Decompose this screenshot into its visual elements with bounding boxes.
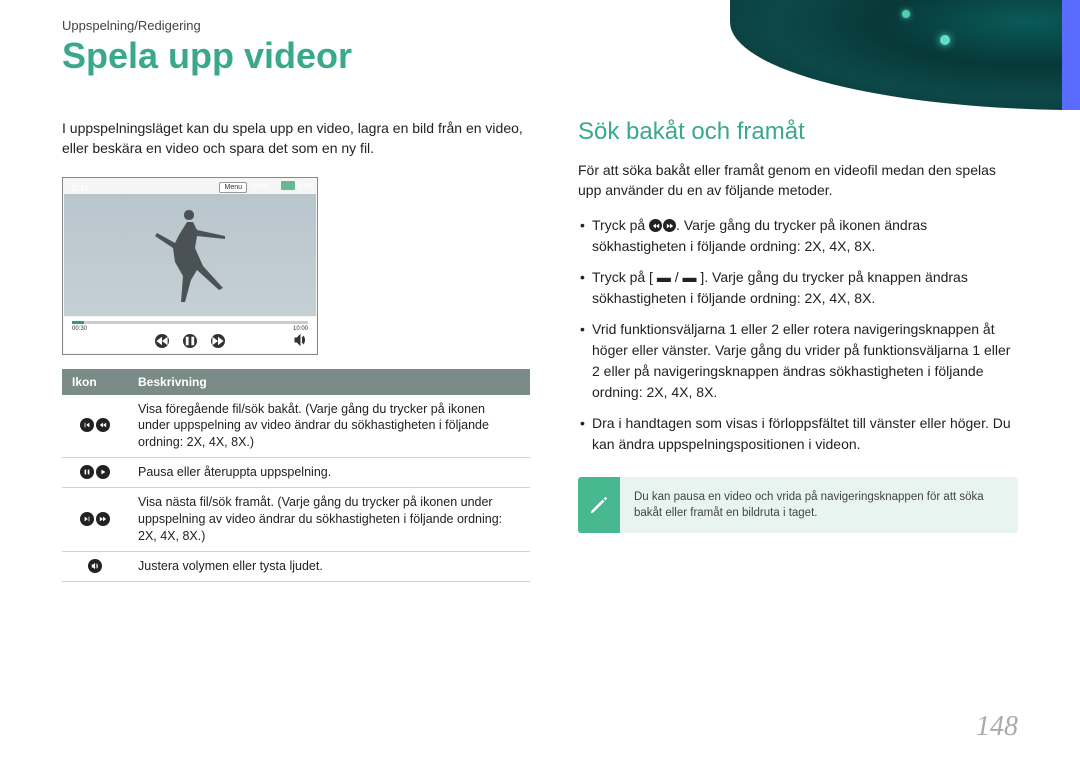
table-row: Visa nästa fil/sök framåt. (Varje gång d… bbox=[62, 488, 530, 552]
list-item: Tryck på . Varje gång du trycker på ikon… bbox=[578, 215, 1018, 257]
list-item: Dra i handtagen som visas i förloppsfält… bbox=[578, 413, 1018, 455]
icon-cell bbox=[62, 395, 128, 458]
section-intro: För att söka bakåt eller framåt genom en… bbox=[578, 160, 1018, 201]
blue-strip bbox=[1062, 0, 1080, 110]
video-frame bbox=[64, 194, 316, 316]
desc-cell: Visa föregående fil/sök bakåt. (Varje gå… bbox=[128, 395, 530, 458]
breadcrumb: Uppspelning/Redigering bbox=[62, 18, 201, 33]
volume-icon bbox=[88, 559, 102, 573]
forward-icon bbox=[663, 219, 676, 232]
note-text: Du kan pausa en video och vrida på navig… bbox=[620, 477, 1018, 533]
rewind-icon bbox=[649, 219, 662, 232]
time-end: 10:00 bbox=[293, 326, 308, 332]
forward-icon bbox=[211, 334, 225, 348]
menu-badge: Menu bbox=[219, 182, 247, 193]
th-icon: Ikon bbox=[62, 369, 128, 395]
volume-icon bbox=[294, 333, 306, 345]
next-file-icon bbox=[80, 512, 94, 526]
content: I uppspelningsläget kan du spela upp en … bbox=[62, 118, 1018, 582]
desc-cell: Visa nästa fil/sök framåt. (Varje gång d… bbox=[128, 488, 530, 552]
tabild-label: Ta bild bbox=[296, 183, 313, 189]
icon-table: Ikon Beskrivning Visa föregående fil/sök… bbox=[62, 369, 530, 582]
desc-cell: Justera volymen eller tysta ljudet. bbox=[128, 551, 530, 581]
pause-icon bbox=[183, 334, 197, 348]
rewind-icon bbox=[96, 418, 110, 432]
right-column: Sök bakåt och framåt För att söka bakåt … bbox=[578, 118, 1018, 582]
icon-cell bbox=[62, 458, 128, 488]
intro-text: I uppspelningsläget kan du spela upp en … bbox=[62, 118, 530, 159]
play-icon bbox=[96, 465, 110, 479]
prev-file-icon bbox=[80, 418, 94, 432]
thumb-icon bbox=[281, 181, 295, 190]
page-title: Spela upp videor bbox=[62, 35, 352, 77]
rewind-icon bbox=[155, 334, 169, 348]
forward-icon bbox=[96, 512, 110, 526]
bullet-list: Tryck på . Varje gång du trycker på ikon… bbox=[578, 215, 1018, 455]
section-heading: Sök bakåt och framåt bbox=[578, 118, 1018, 146]
th-desc: Beskrivning bbox=[128, 369, 530, 395]
table-row: Visa föregående fil/sök bakåt. (Varje gå… bbox=[62, 395, 530, 458]
progress-bar bbox=[72, 321, 308, 324]
left-column: I uppspelningsläget kan du spela upp en … bbox=[62, 118, 530, 582]
header-decoration bbox=[730, 0, 1080, 110]
table-row: Pausa eller återuppta uppspelning. bbox=[62, 458, 530, 488]
list-item: Tryck på [ ▬ / ▬ ]. Varje gång du trycke… bbox=[578, 267, 1018, 309]
pen-icon bbox=[578, 477, 620, 533]
counter: 1/ 10 bbox=[71, 184, 89, 193]
page-number: 148 bbox=[976, 711, 1018, 743]
video-controls: 00:30 10:00 bbox=[64, 317, 316, 353]
dancer-silhouette bbox=[145, 204, 235, 306]
list-item: Vrid funktionsväljarna 1 eller 2 eller r… bbox=[578, 319, 1018, 403]
icon-cell bbox=[62, 488, 128, 552]
desc-cell: Pausa eller återuppta uppspelning. bbox=[128, 458, 530, 488]
pause-icon bbox=[80, 465, 94, 479]
table-row: Justera volymen eller tysta ljudet. bbox=[62, 551, 530, 581]
stopp-label: Stopp bbox=[251, 183, 269, 190]
icon-cell bbox=[62, 551, 128, 581]
time-start: 00:30 bbox=[72, 326, 87, 332]
video-preview: 1/ 10 Menu Stopp Ta bild 00:30 10:00 bbox=[62, 177, 318, 355]
note-box: Du kan pausa en video och vrida på navig… bbox=[578, 477, 1018, 533]
